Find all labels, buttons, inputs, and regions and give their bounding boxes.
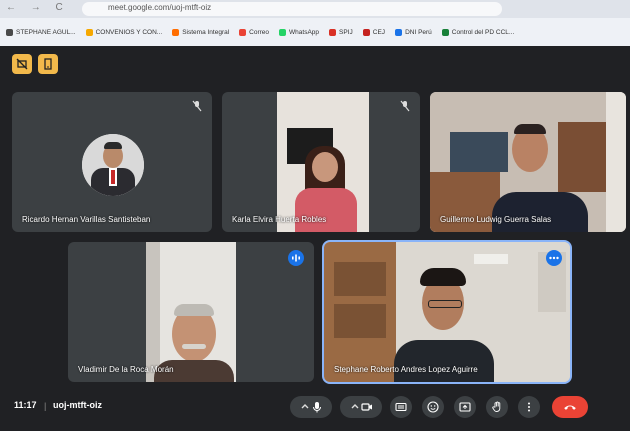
bookmark-icon bbox=[395, 28, 403, 36]
bookmark-label: DNI Perú bbox=[405, 28, 432, 36]
bookmark-label: Control del PD CCL... bbox=[451, 28, 515, 36]
bookmark-label: Correo bbox=[249, 28, 270, 36]
chevron-up-icon[interactable] bbox=[349, 401, 361, 413]
bookmark-item[interactable]: STEPHANE AGUL... bbox=[6, 28, 76, 36]
participant-tile[interactable]: Ricardo Hernan Varillas Santisteban bbox=[12, 92, 212, 232]
bookmark-icon bbox=[239, 28, 247, 36]
reactions-button[interactable] bbox=[422, 396, 444, 418]
emoji-icon bbox=[427, 401, 439, 413]
present-screen-button[interactable] bbox=[454, 396, 476, 418]
bookmark-item[interactable]: Correo bbox=[239, 28, 270, 36]
bookmark-icon bbox=[85, 28, 93, 36]
separator: | bbox=[44, 401, 47, 411]
participant-name: Karla Elvira Huerta Robles bbox=[232, 215, 327, 224]
mic-icon bbox=[313, 402, 321, 413]
mic-off-icon bbox=[192, 100, 202, 112]
more-vertical-icon bbox=[528, 402, 530, 412]
participant-tile[interactable]: Karla Elvira Huerta Robles bbox=[222, 92, 420, 232]
bookmark-icon bbox=[279, 28, 287, 36]
bookmark-item[interactable]: WhatsApp bbox=[279, 28, 320, 36]
bookmark-label: SPIJ bbox=[339, 28, 353, 36]
bookmark-label: Sistema Integral bbox=[182, 28, 230, 36]
address-bar[interactable]: ← → C meet.google.com/uoj-mtft-oiz bbox=[0, 0, 630, 18]
url-text: meet.google.com/uoj-mtft-oiz bbox=[108, 3, 212, 12]
end-call-icon bbox=[564, 405, 576, 410]
participant-name: Vladimir De la Roca Morán bbox=[78, 365, 174, 374]
chevron-up-icon[interactable] bbox=[299, 401, 311, 413]
bookmark-icon bbox=[362, 28, 370, 36]
no-camera-icon[interactable] bbox=[12, 54, 32, 74]
bookmark-item[interactable]: Control del PD CCL... bbox=[441, 28, 515, 36]
bookmark-item[interactable]: DNI Perú bbox=[395, 28, 432, 36]
navigation-arrows-icon[interactable]: ← → C bbox=[6, 2, 69, 13]
meeting-code: uoj-mtft-oiz bbox=[53, 400, 102, 410]
captions-button[interactable] bbox=[390, 396, 412, 418]
bookmark-label: CEJ bbox=[372, 28, 386, 36]
captions-icon bbox=[395, 402, 407, 412]
bookmark-icon bbox=[329, 28, 337, 36]
bookmarks-bar: STEPHANE AGUL... CONVENIOS Y CON... Sistem… bbox=[6, 24, 630, 40]
bookmark-icon bbox=[441, 28, 449, 36]
video-camera-icon bbox=[361, 403, 372, 411]
bookmark-item[interactable]: SPIJ bbox=[329, 28, 353, 36]
participant-name: Stephane Roberto Andres Lopez Aguirre bbox=[334, 365, 478, 374]
mic-off-icon bbox=[400, 100, 410, 112]
participant-name: Ricardo Hernan Varillas Santisteban bbox=[22, 215, 151, 224]
avatar bbox=[82, 134, 144, 196]
microphone-button[interactable] bbox=[290, 396, 332, 418]
camera-button[interactable] bbox=[340, 396, 382, 418]
bookmark-icon bbox=[6, 28, 13, 36]
present-screen-icon bbox=[459, 402, 471, 412]
video-feed bbox=[277, 92, 369, 232]
participant-tile[interactable]: Vladimir De la Roca Morán bbox=[68, 242, 314, 382]
bookmark-item[interactable]: Sistema Integral bbox=[172, 28, 230, 36]
end-call-button[interactable] bbox=[552, 396, 588, 418]
bookmark-icon bbox=[172, 28, 180, 36]
raise-hand-button[interactable] bbox=[486, 396, 508, 418]
bookmark-label: WhatsApp bbox=[289, 28, 320, 36]
bookmark-item[interactable]: CEJ bbox=[362, 28, 386, 36]
meeting-time: 11:17 bbox=[14, 400, 37, 410]
more-options-icon[interactable] bbox=[546, 250, 562, 266]
phone-icon[interactable] bbox=[38, 54, 58, 74]
meet-area: Ricardo Hernan Varillas Santisteban Karl… bbox=[0, 46, 630, 431]
bookmark-label: CONVENIOS Y CON... bbox=[95, 28, 163, 36]
more-options-button[interactable] bbox=[518, 396, 540, 418]
bookmark-item[interactable]: CONVENIOS Y CON... bbox=[85, 28, 163, 36]
browser-chrome: ← → C meet.google.com/uoj-mtft-oiz STEPH… bbox=[0, 0, 630, 46]
participant-tile[interactable]: Stephane Roberto Andres Lopez Aguirre bbox=[324, 242, 570, 382]
bookmark-label: STEPHANE AGUL... bbox=[16, 28, 76, 36]
meeting-controls-bar: 11:17 | uoj-mtft-oiz bbox=[0, 392, 630, 431]
hand-icon bbox=[492, 401, 501, 412]
participant-name: Guillermo Ludwig Guerra Salas bbox=[440, 215, 552, 224]
speaking-indicator-icon bbox=[288, 250, 304, 266]
participant-tile[interactable]: Guillermo Ludwig Guerra Salas bbox=[430, 92, 626, 232]
